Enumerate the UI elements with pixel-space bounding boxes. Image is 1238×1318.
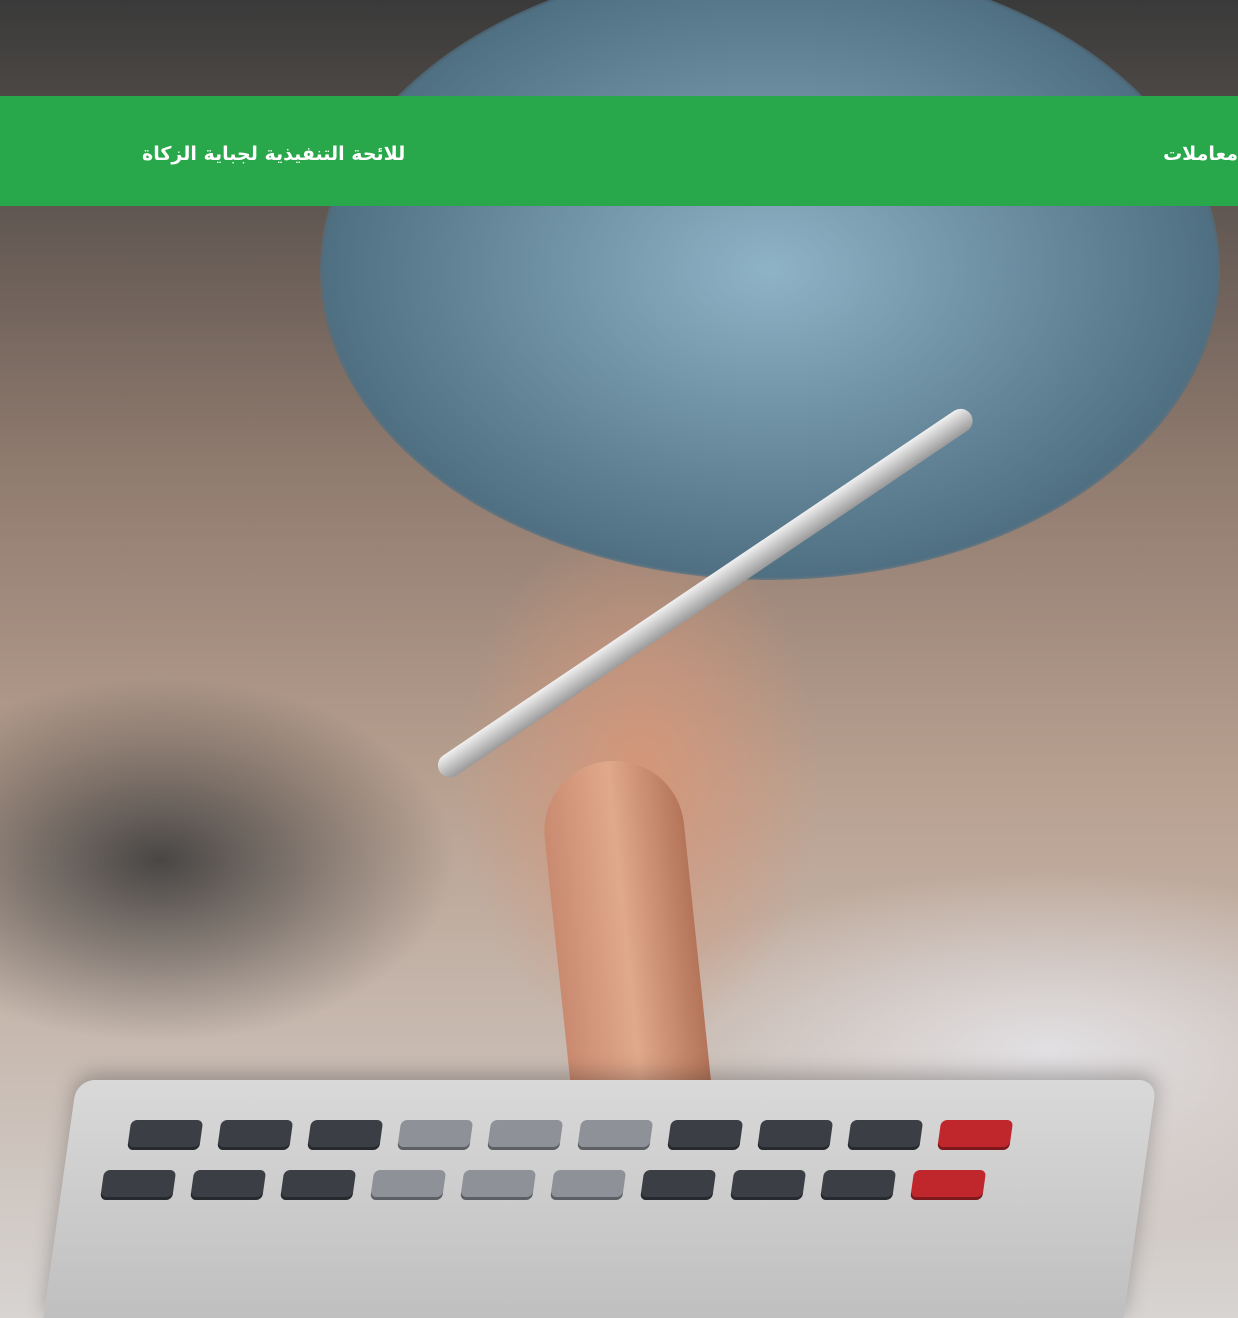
calculator-key — [577, 1120, 654, 1150]
calculator-key — [910, 1170, 987, 1200]
calculator-key — [460, 1170, 537, 1200]
shirt-sleeve — [320, 0, 1220, 580]
banner-right-text: معاملات — [1163, 143, 1238, 165]
calculator-key — [127, 1120, 204, 1150]
calculator-key — [100, 1170, 177, 1200]
calculator-key — [640, 1170, 717, 1200]
calculator-key — [217, 1120, 294, 1150]
calculator — [43, 1080, 1157, 1318]
calculator-key — [730, 1170, 807, 1200]
banner-left-text: للائحة التنفيذية لجباية الزكاة — [142, 143, 406, 165]
calculator-key — [487, 1120, 564, 1150]
calculator-key — [190, 1170, 267, 1200]
calculator-key — [370, 1170, 447, 1200]
calculator-key — [820, 1170, 897, 1200]
calculator-key — [307, 1120, 384, 1150]
calculator-key — [397, 1120, 474, 1150]
calculator-key — [757, 1120, 834, 1150]
page: للائحة التنفيذية لجباية الزكاة معاملات — [0, 0, 1238, 1318]
calculator-key — [667, 1120, 744, 1150]
calculator-key — [280, 1170, 357, 1200]
calculator-key — [847, 1120, 924, 1150]
calculator-key — [550, 1170, 627, 1200]
calculator-key — [937, 1120, 1014, 1150]
